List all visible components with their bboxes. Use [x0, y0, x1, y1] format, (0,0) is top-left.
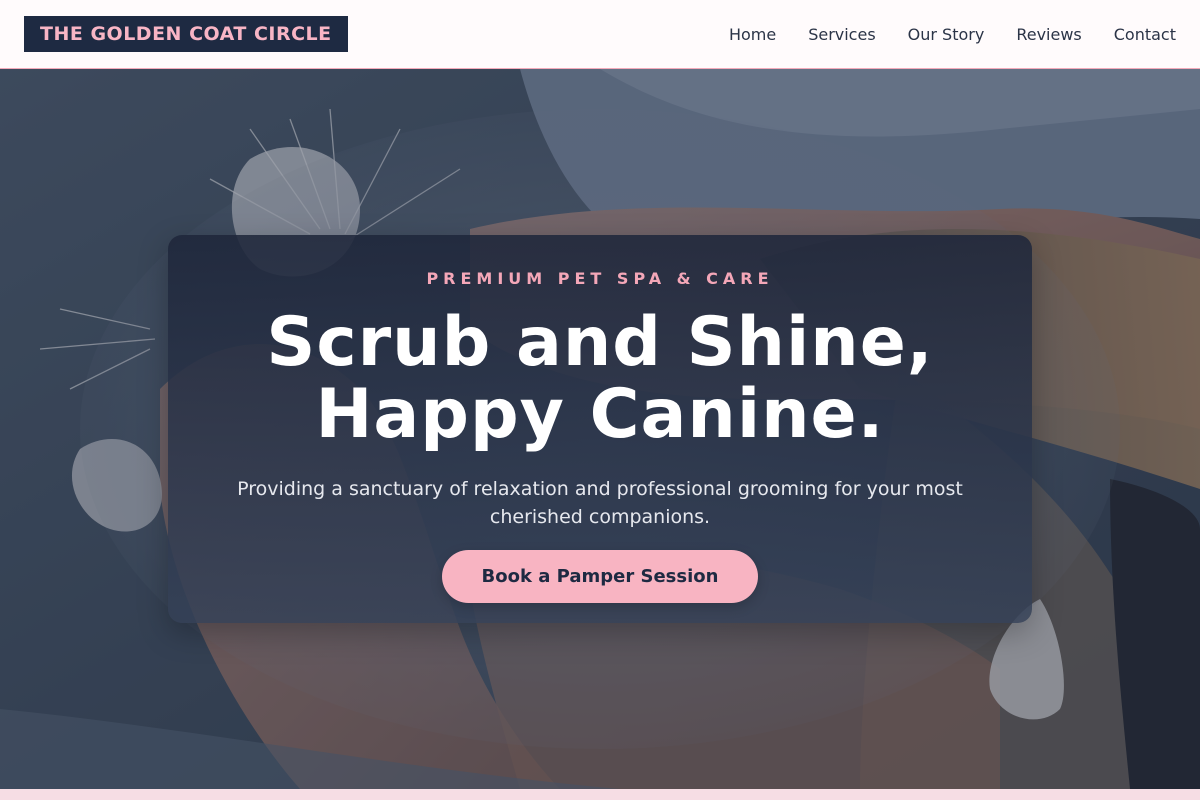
hero-headline: Scrub and Shine, Happy Canine.: [168, 307, 1032, 451]
nav-link-contact[interactable]: Contact: [1114, 25, 1176, 44]
hero-card: PREMIUM PET SPA & CARE Scrub and Shine, …: [168, 235, 1032, 623]
top-navigation-bar: THE GOLDEN COAT CIRCLE Home Services Our…: [0, 0, 1200, 69]
nav-links: Home Services Our Story Reviews Contact: [729, 25, 1176, 44]
nav-link-home[interactable]: Home: [729, 25, 776, 44]
book-session-button[interactable]: Book a Pamper Session: [442, 550, 758, 603]
hero-eyebrow: PREMIUM PET SPA & CARE: [426, 269, 774, 288]
nav-link-services[interactable]: Services: [808, 25, 875, 44]
nav-link-reviews[interactable]: Reviews: [1016, 25, 1081, 44]
brand-logo[interactable]: THE GOLDEN COAT CIRCLE: [24, 16, 348, 52]
hero-subtitle: Providing a sanctuary of relaxation and …: [237, 478, 963, 528]
hero-headline-line-2: Happy Canine.: [315, 375, 885, 454]
hero-headline-line-1: Scrub and Shine,: [266, 303, 934, 382]
nav-link-our-story[interactable]: Our Story: [908, 25, 985, 44]
next-section-edge: [0, 789, 1200, 800]
hero-section: PREMIUM PET SPA & CARE Scrub and Shine, …: [0, 69, 1200, 789]
